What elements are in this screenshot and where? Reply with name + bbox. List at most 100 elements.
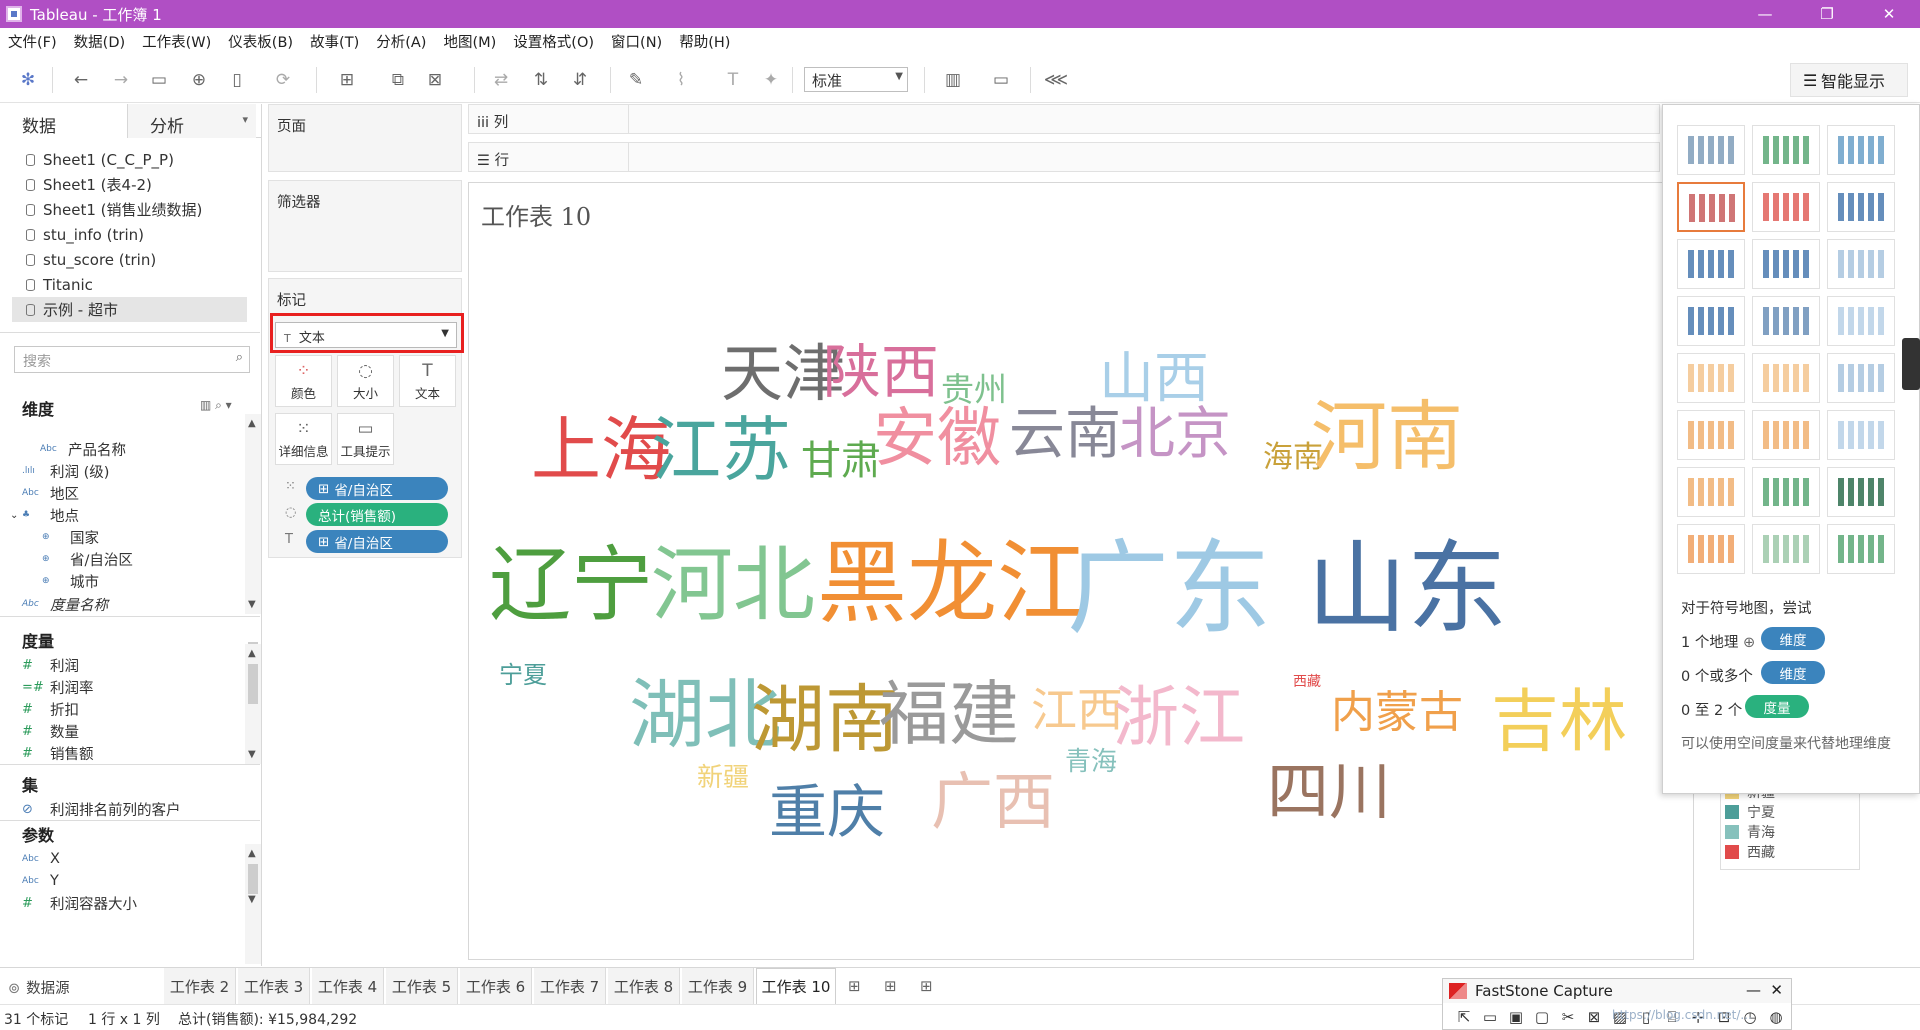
minimize-button[interactable]: — <box>1734 0 1796 28</box>
rows-shelf[interactable]: ☰ 行 <box>468 142 1660 172</box>
chart-type-symbol-map[interactable] <box>1677 182 1745 232</box>
word-mark[interactable]: 浙江 <box>1113 685 1245 751</box>
maximize-button[interactable]: ❐ <box>1796 0 1858 28</box>
collapse-icon[interactable]: ⌄ <box>10 510 22 521</box>
tab-sheet[interactable]: 工作表 8 <box>608 968 680 1004</box>
menu-data[interactable]: 数据(D) <box>74 31 125 52</box>
dimension-field[interactable]: Abc 度量名称 <box>22 593 108 615</box>
dimension-field[interactable]: ⊕ 省/自治区 <box>42 548 133 570</box>
detail-button[interactable]: ⁙ 详细信息 <box>275 413 332 465</box>
tooltip-button[interactable]: ▭ 工具提示 <box>337 413 394 465</box>
refresh-icon[interactable]: ⟳ <box>272 69 294 91</box>
chart-type-histogram[interactable] <box>1752 467 1820 517</box>
word-mark[interactable]: 四川 <box>1267 761 1391 823</box>
word-mark[interactable]: 江西 <box>1031 687 1123 733</box>
chart-type-bullet-graph[interactable] <box>1752 524 1820 574</box>
label-icon[interactable]: T <box>722 69 744 91</box>
measures-scrollbar[interactable]: ▲ ▼ <box>245 644 261 764</box>
clear-sheet-icon[interactable]: ⊠ <box>424 69 446 91</box>
word-mark[interactable]: 西藏 <box>1293 675 1321 689</box>
show-me-button[interactable]: ☰ 智能显示 <box>1790 63 1908 97</box>
chart-type-line-continuous[interactable] <box>1677 353 1745 403</box>
capture-fullscreen-icon[interactable]: ⊠ <box>1581 1008 1607 1026</box>
word-mark[interactable]: 新疆 <box>697 765 749 791</box>
word-mark[interactable]: 上海 <box>531 415 671 485</box>
word-mark[interactable]: 吉林 <box>1491 689 1627 757</box>
tab-sheet[interactable]: 工作表 10 <box>756 968 836 1004</box>
tab-sheet[interactable]: 工作表 2 <box>164 968 236 1004</box>
capture-object-icon[interactable]: ▣ <box>1503 1008 1529 1026</box>
capture-palette-icon[interactable]: ◍ <box>1763 1008 1789 1026</box>
datasource-item-selected[interactable]: 示例 - 超市 <box>12 297 247 322</box>
chart-type-dual-combination[interactable] <box>1827 410 1895 460</box>
duplicate-icon[interactable]: ⧉ <box>387 69 409 91</box>
new-story-icon[interactable]: ⊞ <box>920 977 933 995</box>
fix-axes-icon[interactable]: ✦ <box>760 69 782 91</box>
word-mark[interactable]: 辽宁 <box>489 545 653 627</box>
save-icon[interactable]: ▭ <box>148 69 170 91</box>
word-mark[interactable]: 黑龙江 <box>817 539 1087 629</box>
word-mark[interactable]: 甘肃 <box>801 441 881 481</box>
share-icon[interactable]: ⋘ <box>1044 69 1068 91</box>
tab-sheet[interactable]: 工作表 3 <box>238 968 310 1004</box>
chart-type-highlight-table[interactable] <box>1827 125 1895 175</box>
parameter-field[interactable]: Abc X <box>22 848 60 870</box>
menu-dashboard[interactable]: 仪表板(B) <box>228 31 293 52</box>
view-toggle-icon[interactable]: ▥ ⌕ ▾ <box>200 398 232 413</box>
close-button[interactable]: ✕ <box>1858 0 1920 28</box>
chart-type-packed-bubbles[interactable] <box>1827 524 1895 574</box>
word-mark[interactable]: 江苏 <box>651 415 791 485</box>
text-button[interactable]: T 文本 <box>399 355 456 407</box>
chart-type-circle-view[interactable] <box>1752 296 1820 346</box>
highlight-icon[interactable]: ✎ <box>625 69 647 91</box>
pages-card[interactable]: 页面 <box>268 104 462 172</box>
measure-field[interactable]: # 销售额 <box>22 742 94 764</box>
chart-type-filled-map[interactable] <box>1752 182 1820 232</box>
word-mark[interactable]: 安徽 <box>873 407 1001 471</box>
measure-field[interactable]: # 数量 <box>22 720 79 742</box>
size-button[interactable]: ◌ 大小 <box>337 355 394 407</box>
legend-item[interactable]: 宁夏 <box>1725 802 1775 822</box>
word-mark[interactable]: 福建 <box>879 679 1019 749</box>
measure-field[interactable]: # 利润 <box>22 654 79 676</box>
dimension-hierarchy[interactable]: ⌄ ♣ 地点 <box>10 504 79 526</box>
datasource-item[interactable]: Sheet1 (表4-2) <box>0 172 261 197</box>
search-icon[interactable]: ⌕ <box>236 350 243 365</box>
word-mark[interactable]: 内蒙古 <box>1331 691 1463 735</box>
close-button[interactable]: ✕ <box>1770 981 1783 999</box>
measure-field[interactable]: =# 利润率 <box>22 676 94 698</box>
datasource-item[interactable]: Sheet1 (销售业绩数据) <box>0 197 261 222</box>
undo-icon[interactable]: ← <box>70 69 92 91</box>
word-mark[interactable]: 广西 <box>931 771 1055 833</box>
parameter-field[interactable]: # 利润容器大小 <box>22 892 137 914</box>
capture-window-icon[interactable]: ⇱ <box>1451 1008 1477 1026</box>
chart-type-text-table[interactable] <box>1677 125 1745 175</box>
datasource-item[interactable]: stu_score (trin) <box>0 247 261 272</box>
capture-rect-icon[interactable]: ▭ <box>1477 1008 1503 1026</box>
tableau-logo-icon[interactable]: ✻ <box>17 69 39 91</box>
word-mark[interactable]: 河北 <box>651 545 815 627</box>
chart-type-box-and-whisker[interactable] <box>1827 467 1895 517</box>
show-cards-icon[interactable]: ▥ <box>942 69 964 91</box>
chart-type-area-continuous[interactable] <box>1677 410 1745 460</box>
sort-desc-icon[interactable]: ⇵ <box>569 69 591 91</box>
capture-region-icon[interactable]: ▢ <box>1529 1008 1555 1026</box>
parameters-scrollbar[interactable]: ▲ ▼ <box>245 844 261 964</box>
new-worksheet-icon[interactable]: ⊞ <box>848 977 861 995</box>
word-mark[interactable]: 重庆 <box>769 783 885 841</box>
new-datasource-icon[interactable]: ⊕ <box>188 69 210 91</box>
color-button[interactable]: ⁘ 颜色 <box>275 355 332 407</box>
tab-sheet[interactable]: 工作表 4 <box>312 968 384 1004</box>
menu-analysis[interactable]: 分析(A) <box>376 31 426 52</box>
mark-pill-province-detail[interactable]: ⊞ 省/自治区 <box>306 477 448 500</box>
datasource-tab[interactable]: ⊚ 数据源 <box>8 977 70 998</box>
word-mark[interactable]: 北京 <box>1119 407 1231 463</box>
menu-format[interactable]: 设置格式(O) <box>513 31 594 52</box>
word-mark[interactable]: 广东 <box>1067 539 1271 641</box>
measure-field[interactable]: # 折扣 <box>22 698 79 720</box>
chart-type-pie-chart[interactable] <box>1827 182 1895 232</box>
fit-select[interactable]: 标准 ▼ <box>804 67 908 92</box>
word-mark[interactable]: 青海 <box>1065 749 1117 775</box>
mark-pill-province-text[interactable]: ⊞ 省/自治区 <box>306 530 448 553</box>
filters-card[interactable]: 筛选器 <box>268 180 462 272</box>
